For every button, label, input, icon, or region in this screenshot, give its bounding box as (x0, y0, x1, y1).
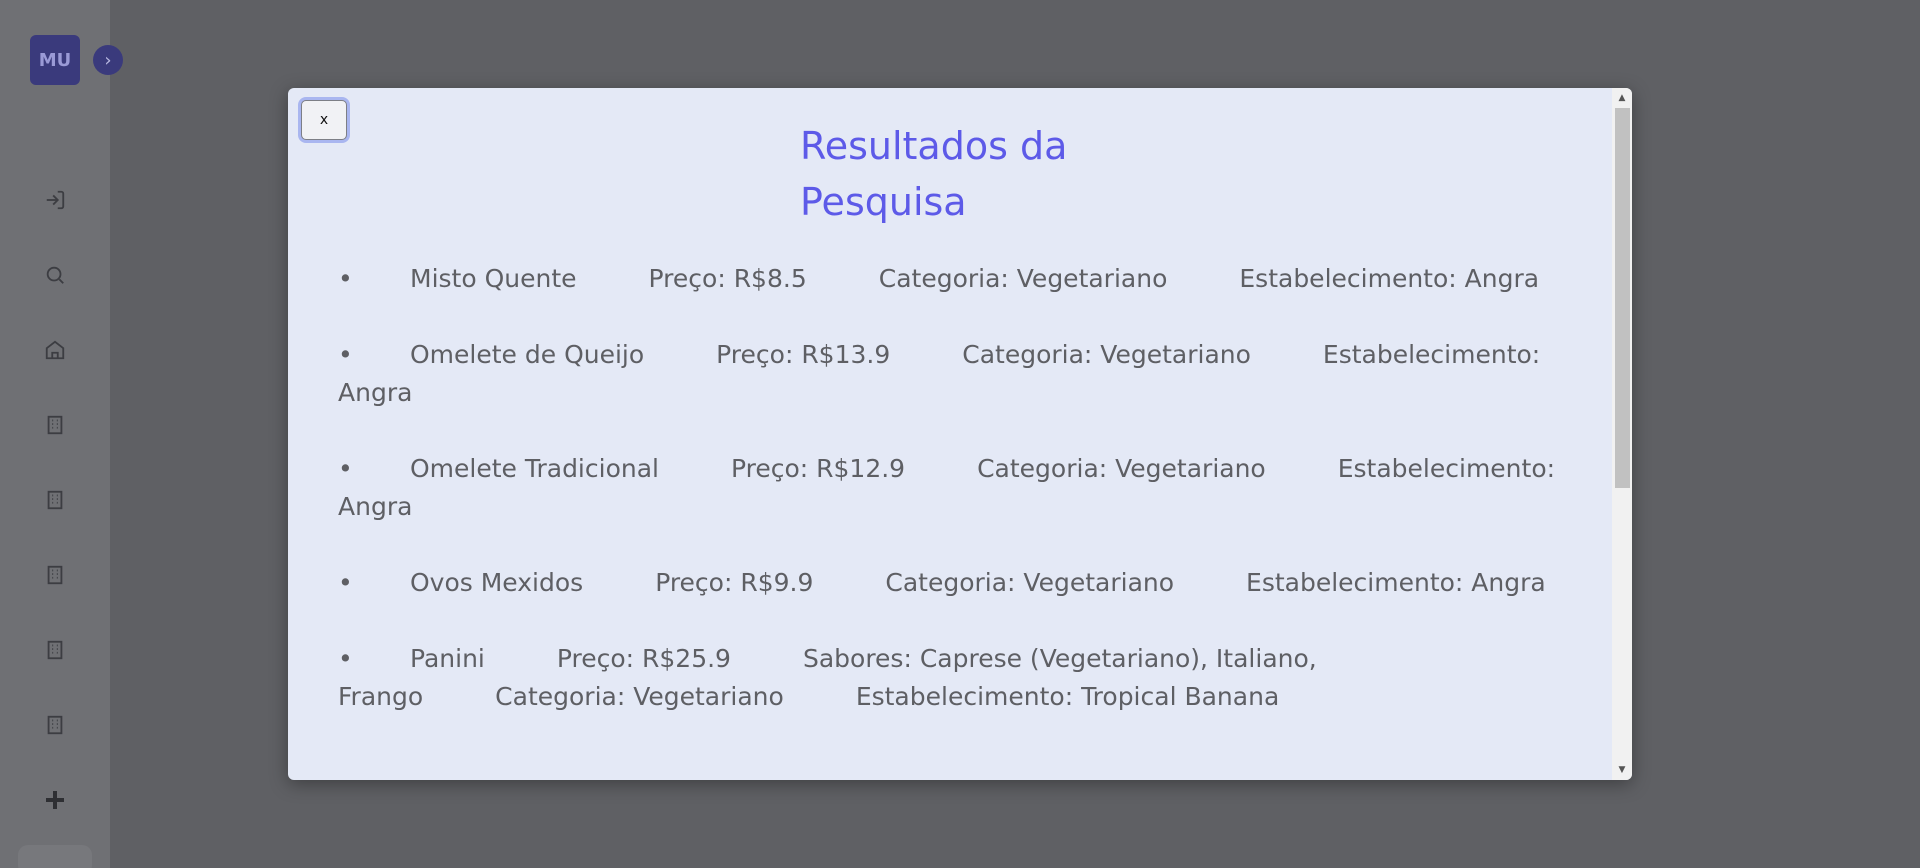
building-icon[interactable] (40, 485, 70, 515)
building-icon[interactable] (40, 410, 70, 440)
sidebar: MU › (0, 0, 123, 868)
item-price: Preço: R$9.9 (655, 568, 814, 597)
item-establishment: Estabelecimento: Tropical Banana (855, 682, 1280, 711)
scroll-down-icon[interactable]: ▼ (1612, 760, 1632, 780)
item-category: Categoria: Vegetariano (977, 454, 1266, 483)
scroll-up-icon[interactable]: ▲ (1612, 88, 1632, 108)
login-icon[interactable] (40, 185, 70, 215)
list-item: • Omelete de Queijo Preço: R$13.9 Categoria… (338, 336, 1588, 412)
close-button[interactable]: x (301, 100, 347, 140)
home-icon[interactable] (40, 335, 70, 365)
building-icon[interactable] (40, 560, 70, 590)
bullet: • (338, 264, 353, 293)
item-category: Categoria: Vegetariano (962, 340, 1251, 369)
item-establishment: Estabelecimento: Angra (1239, 264, 1540, 293)
list-item: • Misto Quente Preço: R$8.5 Categoria: Vege… (338, 260, 1588, 298)
item-name: Omelete de Queijo (410, 340, 645, 369)
item-name: Omelete Tradicional (410, 454, 659, 483)
modal-scrollbar[interactable]: ▲ ▼ (1612, 88, 1632, 780)
bullet: • (338, 568, 353, 597)
bullet: • (338, 454, 353, 483)
item-price: Preço: R$25.9 (556, 644, 731, 673)
item-price: Preço: R$13.9 (716, 340, 891, 369)
results-list: • Misto Quente Preço: R$8.5 Categoria: Vege… (338, 260, 1588, 754)
building-icon[interactable] (40, 710, 70, 740)
bullet: • (338, 340, 353, 369)
scroll-thumb[interactable] (1615, 108, 1630, 488)
search-results-modal: x Resultados da Pesquisa • Misto Quente Pr… (288, 88, 1632, 780)
list-item: • Omelete Tradicional Preço: R$12.9 Categor… (338, 450, 1588, 526)
plus-icon[interactable] (40, 785, 70, 815)
item-category: Categoria: Vegetariano (878, 264, 1168, 293)
item-name: Panini (410, 644, 485, 673)
item-name: Ovos Mexidos (410, 568, 584, 597)
list-item: • Ovos Mexidos Preço: R$9.9 Categoria: Vege… (338, 564, 1588, 602)
item-price: Preço: R$12.9 (730, 454, 906, 483)
modal-content: x Resultados da Pesquisa • Misto Quente Pr… (288, 88, 1612, 780)
sidebar-expand-button[interactable]: › (93, 45, 123, 75)
sidebar-bottom-control[interactable] (18, 845, 92, 868)
item-price: Preço: R$8.5 (648, 264, 807, 293)
item-name: Misto Quente (410, 264, 577, 293)
building-icon[interactable] (40, 635, 70, 665)
item-category: Categoria: Vegetariano (885, 568, 1175, 597)
list-item: • Panini Preço: R$25.9 Sabores: Caprese (Ve… (338, 640, 1588, 716)
avatar[interactable]: MU (30, 35, 80, 85)
modal-title: Resultados da Pesquisa (800, 124, 1068, 224)
bullet: • (338, 644, 353, 673)
item-category: Categoria: Vegetariano (495, 682, 784, 711)
search-icon[interactable] (40, 260, 70, 290)
item-establishment: Estabelecimento: Angra (1246, 568, 1546, 597)
